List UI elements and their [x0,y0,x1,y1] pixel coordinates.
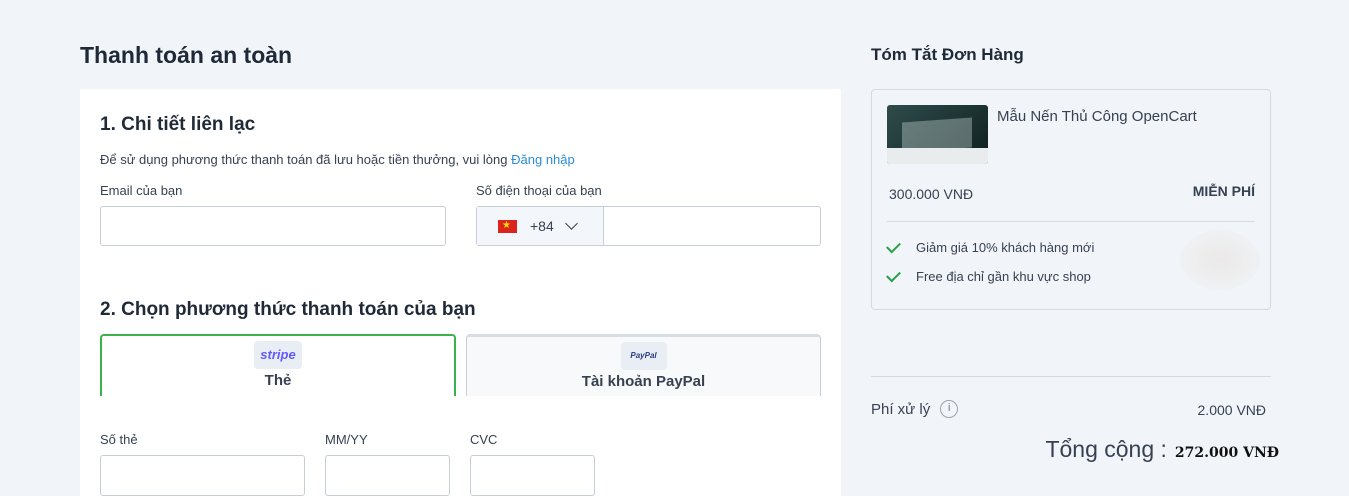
phone-field-group: +84 [476,206,821,246]
payment-method-label: Tài khoản PayPal [581,373,706,390]
fee-label-text: Phí xử lý [871,400,931,418]
login-link[interactable]: Đăng nhập [511,152,575,167]
email-field[interactable] [100,206,446,246]
cvc-field[interactable] [470,455,595,496]
perk-item: Free địa chỉ gần khu vực shop [886,267,1091,284]
expiry-field[interactable] [325,455,450,496]
faded-stamp-decoration [1180,230,1260,290]
login-hint: Để sử dụng phương thức thanh toán đã lưu… [100,152,575,167]
total-label: Tổng cộng : [1045,436,1167,462]
payment-section-title: 2. Chọn phương thức thanh toán của bạn [100,299,476,320]
payment-method-card-tab[interactable]: stripe Thẻ [100,334,456,396]
perk-item: Giảm giá 10% khách hàng mới [886,238,1095,255]
chevron-down-icon [564,217,578,230]
thumbnail-footer [887,148,988,164]
phone-input[interactable] [604,207,820,245]
login-hint-text: Để sử dụng phương thức thanh toán đã lưu… [100,152,508,167]
phone-label: Số điện thoại của bạn [476,183,602,198]
order-summary-box: Mẫu Nến Thủ Công OpenCart 300.000 VNĐ MI… [871,89,1271,310]
cvc-label: CVC [470,432,498,447]
contact-section-title: 1. Chi tiết liên lạc [100,114,256,135]
country-code-select[interactable]: +84 [477,207,604,245]
shipping-badge: MIỄN PHÍ [1192,183,1255,199]
processing-fee-value: 2.000 VNĐ [1197,402,1266,418]
order-summary-title: Tóm Tắt Đơn Hàng [871,45,1024,64]
payment-method-label: Thẻ [264,372,292,389]
expiry-label: MM/YY [325,432,368,447]
total-value: 272.000 VNĐ [1174,445,1279,461]
totals-divider [871,376,1271,377]
order-total: Tổng cộng : 272.000 VNĐ [1045,436,1279,463]
dial-code: +84 [530,218,554,234]
processing-fee-label: Phí xử lý i [871,400,959,418]
summary-divider [887,221,1255,222]
paypal-logo-icon: PayPal [620,342,667,370]
checkout-card: 1. Chi tiết liên lạc Để sử dụng phương t… [80,89,841,496]
perk-text: Free địa chỉ gần khu vực shop [916,269,1091,284]
check-icon [886,238,901,253]
card-number-field[interactable] [100,455,305,496]
info-icon[interactable]: i [940,400,959,418]
check-icon [886,267,901,282]
candle-product-thumbnail [887,105,988,164]
page-title: Thanh toán an toàn [80,42,293,68]
perk-text: Giảm giá 10% khách hàng mới [916,240,1095,255]
payment-method-paypal-tab[interactable]: PayPal Tài khoản PayPal [466,334,821,396]
product-name: Mẫu Nến Thủ Công OpenCart [997,108,1197,125]
vietnam-flag-icon [498,219,517,233]
email-label: Email của bạn [100,183,183,198]
stripe-logo-icon: stripe [254,341,302,369]
product-price: 300.000 VNĐ [889,186,974,202]
card-number-label: Số thẻ [100,432,138,447]
